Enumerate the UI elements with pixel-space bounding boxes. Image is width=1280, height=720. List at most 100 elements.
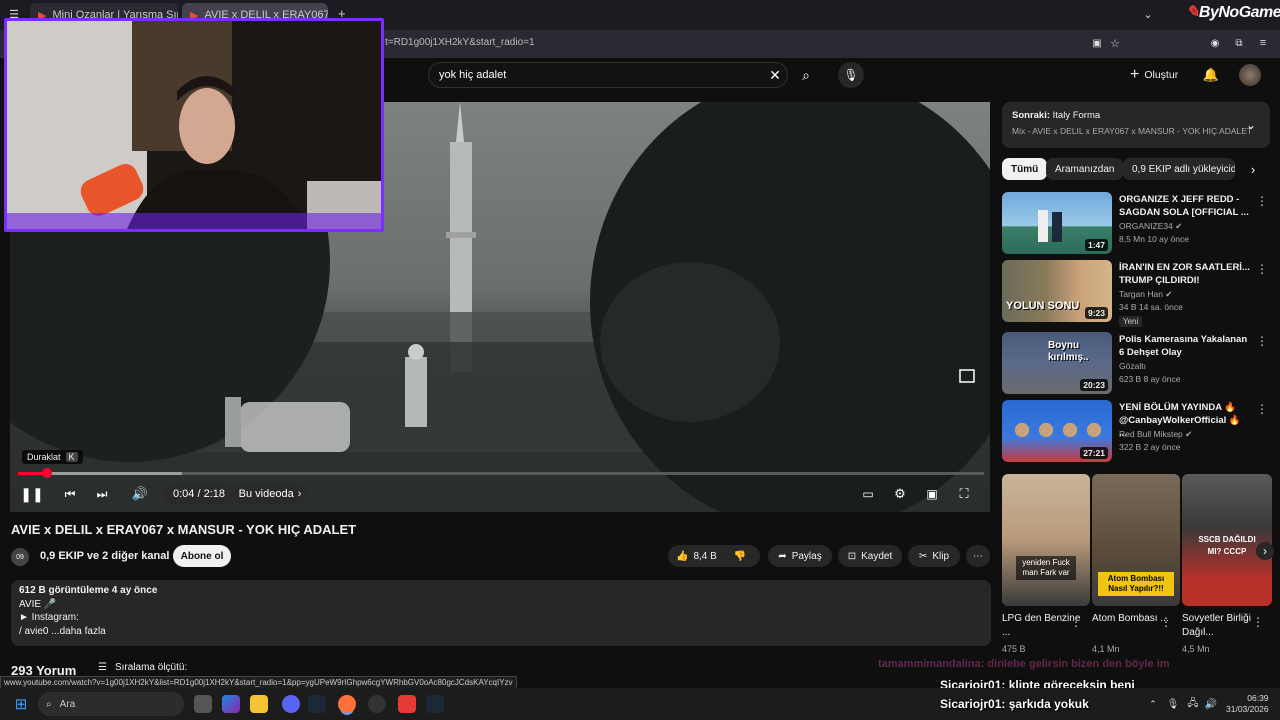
- chip-all[interactable]: Tümü: [1002, 158, 1048, 180]
- video-channel[interactable]: Red Bull Mikstep ✔: [1119, 428, 1192, 440]
- miniplayer-icon[interactable]: ▣: [922, 484, 942, 504]
- next-prefix: Sonraki:: [1012, 110, 1051, 121]
- search-value[interactable]: yok hiç adalet: [439, 69, 506, 81]
- copilot-icon[interactable]: [222, 695, 240, 713]
- menu-icon[interactable]: ≡: [1256, 36, 1270, 50]
- clip-button[interactable]: ✂ Klip: [908, 545, 960, 567]
- more-options-icon[interactable]: ⋮: [1256, 194, 1268, 208]
- search-icon[interactable]: ⌕: [794, 64, 818, 86]
- account-icon[interactable]: ◉: [1208, 36, 1222, 50]
- short-thumbnail[interactable]: Atom Bombası Nasıl Yapılır?!!: [1092, 474, 1180, 606]
- video-channel[interactable]: ORGANIZE34 ✔: [1119, 220, 1182, 232]
- shorts-scroll-right-icon[interactable]: ›: [1256, 542, 1274, 560]
- chat-message: Sicariojr01: şarkıda yokuk: [940, 697, 1089, 711]
- pause-shortcut-key: K: [65, 452, 78, 462]
- video-thumbnail[interactable]: Boynu kırılmış.. 20:23: [1002, 332, 1112, 394]
- discord-icon[interactable]: [282, 695, 300, 713]
- share-icon: ➦: [778, 550, 787, 562]
- more-options-icon[interactable]: ⋮: [1252, 615, 1276, 629]
- fullscreen-icon[interactable]: ⛶: [954, 484, 974, 504]
- next-subtitle: Mix - AVIE x DELIL x ERAY067 x MANSUR - …: [1012, 126, 1253, 136]
- video-thumbnail[interactable]: 1:47: [1002, 192, 1112, 254]
- expand-playlist-icon[interactable]: ⌄: [1244, 118, 1258, 132]
- list-item[interactable]: 27:21 YENİ BÖLÜM YAYINDA 🔥 @CanbayWolker…: [1002, 400, 1272, 464]
- progress-bar[interactable]: [18, 468, 984, 478]
- settings-gear-icon[interactable]: ⚙: [890, 484, 910, 504]
- short-thumbnail[interactable]: yeniden Fuck man Fark var: [1002, 474, 1090, 606]
- notifications-bell-icon[interactable]: 🔔: [1202, 66, 1220, 84]
- extensions-icon[interactable]: ⧉: [1232, 36, 1246, 50]
- thumbs-up-icon[interactable]: 👍: [676, 551, 688, 562]
- search-input[interactable]: yok hiç adalet: [428, 62, 788, 88]
- chip-scroll-right-icon[interactable]: ›: [1246, 162, 1260, 177]
- obs-icon[interactable]: [368, 695, 386, 713]
- video-channel[interactable]: Targan Han ✔: [1119, 288, 1172, 300]
- more-options-icon[interactable]: ⋮: [1256, 402, 1268, 416]
- list-item[interactable]: 1:47 ORGANIZE X JEFF REDD - SAGDAN SOLA …: [1002, 192, 1272, 256]
- next-up-panel[interactable]: Sonraki: Italy Forma Mix - AVIE x DELIL …: [1002, 102, 1270, 148]
- video-title[interactable]: Polis Kamerasına Yakalanan 6 Dehşet Olay: [1119, 333, 1251, 359]
- save-button[interactable]: ⊡ Kaydet: [838, 545, 902, 567]
- taskbar-search[interactable]: ⌕ Ara: [38, 692, 184, 716]
- bookmark-star-icon[interactable]: ☆: [1108, 36, 1122, 50]
- video-meta: 34 B 14 sa. önce: [1119, 302, 1183, 312]
- clear-search-icon[interactable]: ✕: [766, 66, 784, 84]
- video-meta: 322 B 2 ay önce: [1119, 442, 1181, 452]
- chevron-down-icon[interactable]: ⌄: [1140, 6, 1156, 22]
- reader-icon[interactable]: ▣: [1090, 36, 1104, 50]
- sort-label: Sıralama ölçütü:: [114, 662, 188, 673]
- scissors-icon: ✂: [918, 550, 928, 562]
- video-thumbnail[interactable]: 27:21: [1002, 400, 1112, 462]
- avatar[interactable]: [1239, 64, 1261, 86]
- microphone-icon[interactable]: 🎙: [1166, 697, 1180, 711]
- description-more[interactable]: / avie0 ...daha fazla: [19, 625, 983, 639]
- video-title[interactable]: İRAN'IN EN ZOR SAATLERİ... TRUMP ÇILDIRD…: [1119, 261, 1251, 287]
- steam-icon-2[interactable]: [426, 695, 444, 713]
- more-actions-icon[interactable]: ⋯: [966, 545, 990, 567]
- more-options-icon[interactable]: ⋮: [1256, 262, 1268, 276]
- video-title[interactable]: ORGANIZE X JEFF REDD - SAGDAN SOLA [OFFI…: [1119, 193, 1251, 219]
- share-button[interactable]: ➦ Paylaş: [768, 545, 832, 567]
- voice-search-icon[interactable]: 🎙: [838, 62, 864, 88]
- channel-avatar[interactable]: 09: [11, 548, 29, 566]
- thumbs-down-icon[interactable]: 👎: [734, 551, 746, 562]
- short-caption: SSCB DAĞILDI MI? СССР: [1198, 535, 1256, 556]
- speaker-icon[interactable]: 🔊: [1204, 697, 1218, 711]
- volume-icon[interactable]: 🔊: [130, 484, 150, 504]
- pause-button[interactable]: ❚❚: [20, 484, 43, 504]
- list-item[interactable]: YOLUN SONU 9:23 İRAN'IN EN ZOR SAATLERİ.…: [1002, 260, 1272, 328]
- scrubber-handle[interactable]: [41, 468, 52, 478]
- description-box[interactable]: 612 B görüntüleme 4 ay önce AVIE 🎤 ► Ins…: [11, 580, 991, 646]
- chip-uploader[interactable]: 0,9 EKIP adlı yükleyiciden: [1123, 158, 1235, 180]
- create-button[interactable]: + Oluştur: [1130, 66, 1178, 84]
- subscribe-button[interactable]: Abone ol: [173, 545, 231, 567]
- previous-button[interactable]: ⏮: [60, 484, 80, 504]
- list-item[interactable]: Boynu kırılmış.. 20:23 Polis Kamerasına …: [1002, 332, 1272, 396]
- like-count[interactable]: 8,4 B: [693, 551, 716, 562]
- subtitles-icon[interactable]: ▭: [858, 484, 878, 504]
- clock-date: 31/03/2026: [1226, 704, 1269, 714]
- save-label: Kaydet: [861, 550, 893, 562]
- sort-button[interactable]: ☰ Sıralama ölçütü:: [98, 662, 187, 673]
- app-red-icon[interactable]: [398, 695, 416, 713]
- more-options-icon[interactable]: ⋮: [1256, 334, 1268, 348]
- clock[interactable]: 06:39 31/03/2026: [1226, 693, 1269, 715]
- in-video-button[interactable]: Bu videoda ›: [234, 484, 306, 504]
- video-thumbnail[interactable]: YOLUN SONU 9:23: [1002, 260, 1112, 322]
- channel-name[interactable]: 0,9 EKIP ve 2 diğer kanal: [40, 550, 169, 562]
- chip-from-search[interactable]: Aramanızdan: [1046, 158, 1124, 180]
- thumb-figure: [1038, 210, 1048, 242]
- file-explorer-icon[interactable]: [250, 695, 268, 713]
- steam-icon[interactable]: [308, 695, 326, 713]
- short-thumbnail[interactable]: SSCB DAĞILDI MI? СССР: [1182, 474, 1272, 606]
- windows-start-icon[interactable]: ⊞: [12, 695, 30, 713]
- clock-time: 06:39: [1247, 693, 1269, 703]
- video-channel[interactable]: Gözaltı: [1119, 360, 1146, 372]
- url-text[interactable]: t=RD1g00j1XH2kY&start_radio=1: [385, 37, 535, 48]
- network-icon[interactable]: 🖧: [1186, 697, 1200, 711]
- task-view-icon[interactable]: [194, 695, 212, 713]
- next-button[interactable]: ⏭: [92, 484, 112, 504]
- short-caption: yeniden Fuck man Fark var: [1016, 556, 1076, 580]
- tray-chevron-icon[interactable]: ⌃: [1146, 697, 1160, 711]
- firefox-icon[interactable]: [338, 695, 356, 713]
